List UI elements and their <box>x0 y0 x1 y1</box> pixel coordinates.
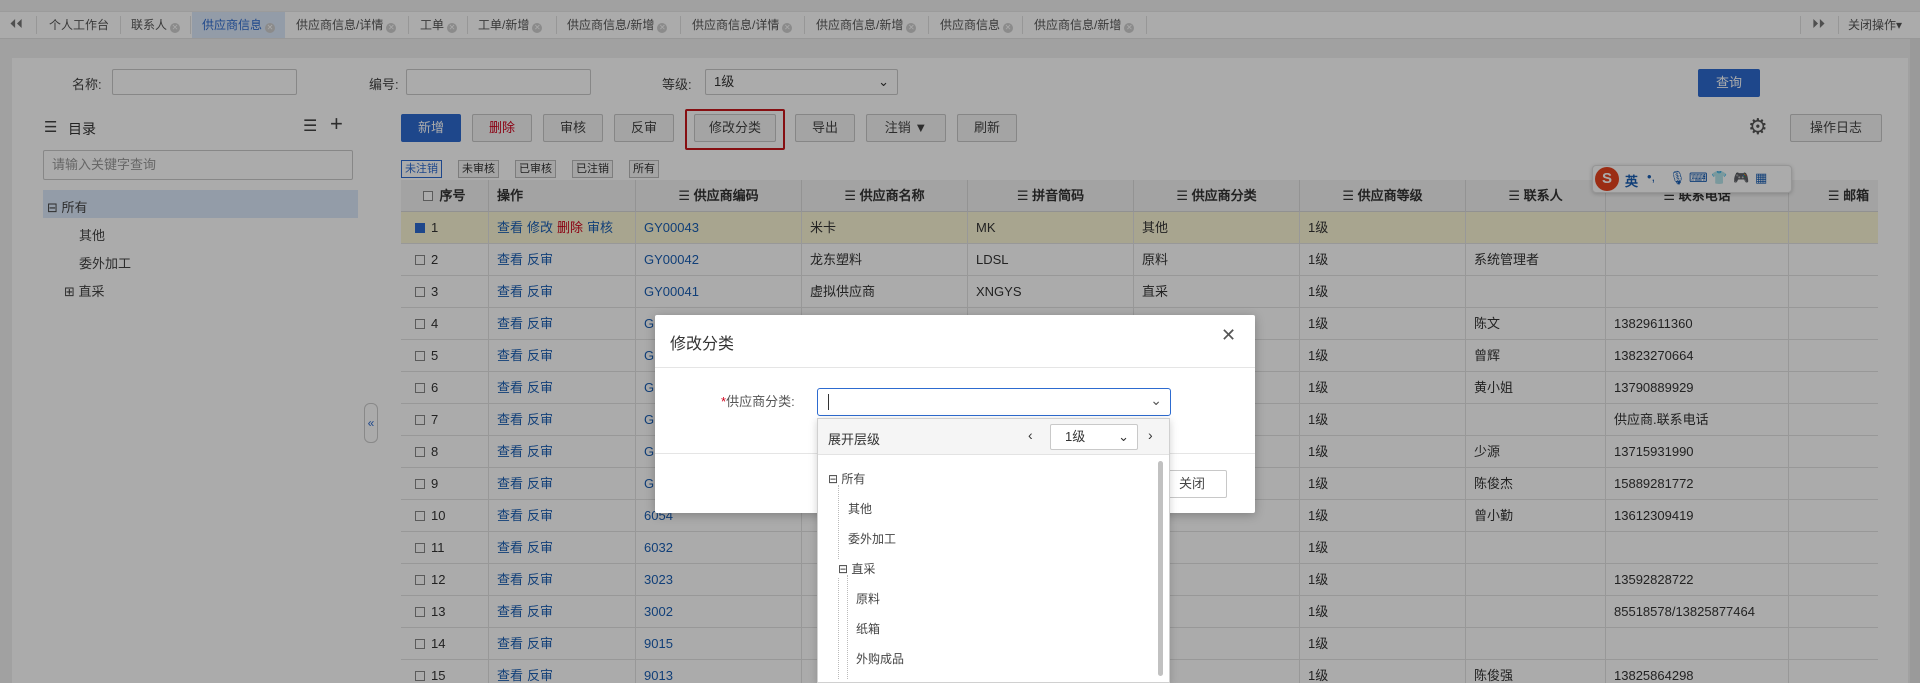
chevron-down-icon: ⌄ <box>1150 392 1162 408</box>
dropdown-scrollbar[interactable] <box>1158 461 1163 676</box>
tree-guide-line <box>847 575 848 679</box>
category-tree-dropdown: 展开层级 ‹ 1级 ⌄ › ⊟ 所有 其他 委外加工 ⊟ 直采 原料 纸箱 外购成… <box>817 418 1170 683</box>
category-select[interactable]: ⌄ <box>817 388 1171 416</box>
dropdown-node-direct[interactable]: ⊟ 直采 <box>836 560 876 577</box>
tree-guide-line <box>838 485 839 679</box>
dropdown-node-purchased[interactable]: 外购成品 <box>856 650 904 667</box>
divider <box>655 367 1255 368</box>
category-field-label: *供应商分类: <box>721 391 795 410</box>
tree-node-label: 所有 <box>841 472 866 486</box>
expand-level-label: 展开层级 <box>828 432 881 447</box>
chevron-left-icon[interactable]: ‹ <box>1028 427 1033 443</box>
dropdown-node-outsource[interactable]: 委外加工 <box>848 530 896 547</box>
field-label-text: 供应商分类: <box>726 394 795 409</box>
dropdown-node-raw[interactable]: 原料 <box>856 590 880 607</box>
chevron-right-icon[interactable]: › <box>1148 427 1153 443</box>
collapse-icon: ⊟ <box>828 472 839 486</box>
collapse-icon: ⊟ <box>838 562 849 576</box>
expand-level-value: 1级 <box>1065 429 1086 444</box>
dropdown-node-carton[interactable]: 纸箱 <box>856 620 880 637</box>
close-icon[interactable]: ✕ <box>1221 325 1236 346</box>
dialog-title: 修改分类 <box>670 336 735 353</box>
chevron-down-icon: ⌄ <box>1118 429 1129 444</box>
expand-level-select[interactable]: 1级 ⌄ <box>1050 424 1138 450</box>
text-cursor <box>828 394 829 410</box>
dropdown-node-other[interactable]: 其他 <box>848 500 872 517</box>
dropdown-node-all[interactable]: ⊟ 所有 <box>828 470 865 487</box>
tree-node-label: 直采 <box>851 562 876 576</box>
